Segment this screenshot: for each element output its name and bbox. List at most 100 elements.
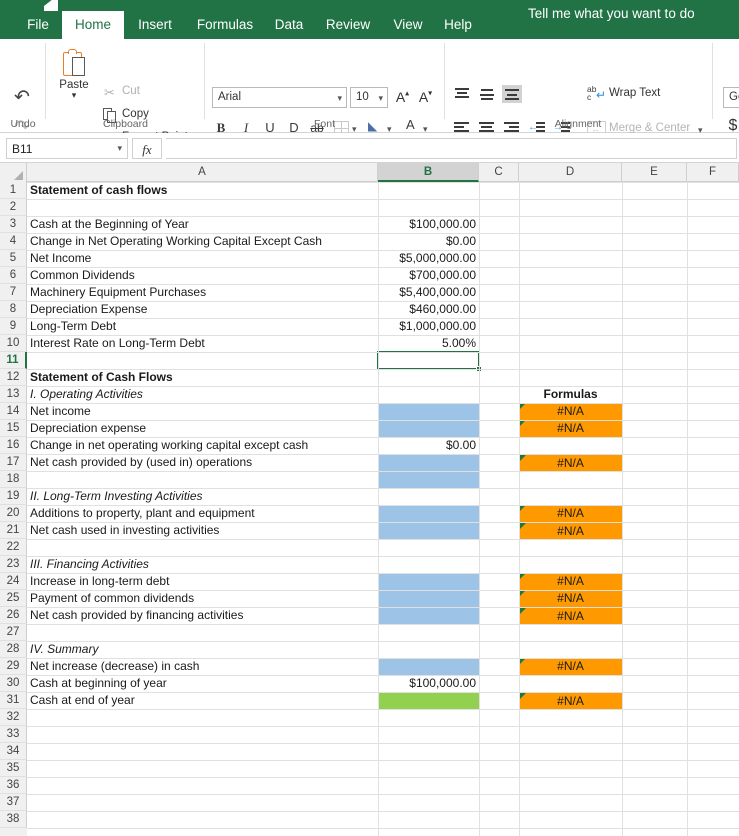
cell-A19[interactable]: II. Long-Term Investing Activities: [27, 488, 378, 505]
row-header-22[interactable]: 22: [0, 539, 27, 556]
row-header-36[interactable]: 36: [0, 777, 27, 794]
row-header-23[interactable]: 23: [0, 556, 27, 573]
align-bottom-button[interactable]: [502, 85, 522, 103]
column-header-B[interactable]: B: [378, 163, 479, 182]
decrease-font-size-button[interactable]: A▾: [415, 87, 436, 108]
column-header-A[interactable]: A: [27, 163, 378, 182]
error-indicator-icon[interactable]: [519, 403, 526, 410]
cell-B31[interactable]: [378, 692, 479, 709]
row-header-6[interactable]: 6: [0, 267, 27, 284]
ribbon-tab-home[interactable]: Home: [62, 11, 124, 39]
row-header-34[interactable]: 34: [0, 743, 27, 760]
wrap-text-button[interactable]: ab c ↵ Wrap Text: [585, 84, 680, 104]
cell-B8[interactable]: $460,000.00: [378, 301, 479, 318]
cell-B18[interactable]: [378, 471, 479, 488]
cell-D21[interactable]: #N/A: [519, 522, 622, 539]
chevron-down-icon[interactable]: ▾: [378, 92, 383, 104]
number-format-combo[interactable]: Ger: [723, 87, 739, 108]
row-header-28[interactable]: 28: [0, 641, 27, 658]
cell-B17[interactable]: [378, 454, 479, 471]
cell-D25[interactable]: #N/A: [519, 590, 622, 607]
cell-A9[interactable]: Long-Term Debt: [27, 318, 378, 335]
cell-B4[interactable]: $0.00: [378, 233, 479, 250]
error-indicator-icon[interactable]: [519, 523, 526, 530]
undo-button[interactable]: ↶: [10, 87, 34, 109]
cell-B26[interactable]: [378, 607, 479, 624]
cell-B14[interactable]: [378, 403, 479, 420]
column-header-D[interactable]: D: [519, 163, 622, 182]
chevron-down-icon[interactable]: ▾: [117, 143, 122, 154]
cell-A1[interactable]: Statement of cash flows: [27, 182, 378, 199]
row-header-18[interactable]: 18: [0, 471, 27, 488]
cell-D31[interactable]: #N/A: [519, 692, 622, 709]
cell-B15[interactable]: [378, 420, 479, 437]
cell-D20[interactable]: #N/A: [519, 505, 622, 522]
cell-B7[interactable]: $5,400,000.00: [378, 284, 479, 301]
name-box[interactable]: B11 ▾: [6, 138, 128, 159]
cell-B10[interactable]: 5.00%: [378, 335, 479, 352]
row-header-7[interactable]: 7: [0, 284, 27, 301]
cell-A26[interactable]: Net cash provided by financing activitie…: [27, 607, 378, 624]
cell-A28[interactable]: IV. Summary: [27, 641, 378, 658]
cell-D13[interactable]: Formulas: [519, 386, 622, 403]
row-header-3[interactable]: 3: [0, 216, 27, 233]
cell-A17[interactable]: Net cash provided by (used in) operation…: [27, 454, 378, 471]
row-header-17[interactable]: 17: [0, 454, 27, 471]
ribbon-tab-insert[interactable]: Insert: [124, 11, 186, 39]
cell-D24[interactable]: #N/A: [519, 573, 622, 590]
ribbon-tab-formulas[interactable]: Formulas: [186, 11, 264, 39]
row-header-27[interactable]: 27: [0, 624, 27, 641]
cell-A3[interactable]: Cash at the Beginning of Year: [27, 216, 378, 233]
cell-D14[interactable]: #N/A: [519, 403, 622, 420]
font-size-combo[interactable]: 10 ▾: [350, 87, 388, 108]
cell-B6[interactable]: $700,000.00: [378, 267, 479, 284]
row-header-25[interactable]: 25: [0, 590, 27, 607]
row-header-10[interactable]: 10: [0, 335, 27, 352]
row-header-11[interactable]: 11: [0, 352, 27, 369]
row-header-14[interactable]: 14: [0, 403, 27, 420]
ribbon-tab-data[interactable]: Data: [264, 11, 314, 39]
cell-B29[interactable]: [378, 658, 479, 675]
formula-input[interactable]: [166, 138, 737, 159]
cell-B30[interactable]: $100,000.00: [378, 675, 479, 692]
cell-B25[interactable]: [378, 590, 479, 607]
cell-D26[interactable]: #N/A: [519, 607, 622, 624]
row-header-9[interactable]: 9: [0, 318, 27, 335]
row-header-32[interactable]: 32: [0, 709, 27, 726]
increase-font-size-button[interactable]: A▴: [392, 87, 413, 108]
ribbon-tab-help[interactable]: Help: [434, 11, 482, 39]
cell-A4[interactable]: Change in Net Operating Working Capital …: [27, 233, 378, 250]
row-header-30[interactable]: 30: [0, 675, 27, 692]
select-all-corner[interactable]: [0, 163, 27, 182]
error-indicator-icon[interactable]: [519, 658, 526, 665]
align-top-button[interactable]: [452, 85, 472, 103]
column-header-F[interactable]: F: [687, 163, 739, 182]
cell-A10[interactable]: Interest Rate on Long-Term Debt: [27, 335, 378, 352]
row-header-29[interactable]: 29: [0, 658, 27, 675]
cell-A30[interactable]: Cash at beginning of year: [27, 675, 378, 692]
insert-function-icon[interactable]: fx: [132, 138, 162, 159]
error-indicator-icon[interactable]: [519, 590, 526, 597]
cell-A12[interactable]: Statement of Cash Flows: [27, 369, 378, 386]
cell-A5[interactable]: Net Income: [27, 250, 378, 267]
cell-A25[interactable]: Payment of common dividends: [27, 590, 378, 607]
row-header-37[interactable]: 37: [0, 794, 27, 811]
row-header-19[interactable]: 19: [0, 488, 27, 505]
cell-A31[interactable]: Cash at end of year: [27, 692, 378, 709]
row-header-24[interactable]: 24: [0, 573, 27, 590]
row-header-8[interactable]: 8: [0, 301, 27, 318]
row-header-15[interactable]: 15: [0, 420, 27, 437]
cell-B16[interactable]: $0.00: [378, 437, 479, 454]
cell-A21[interactable]: Net cash used in investing activities: [27, 522, 378, 539]
column-header-E[interactable]: E: [622, 163, 687, 182]
row-header-2[interactable]: 2: [0, 199, 27, 216]
cell-B24[interactable]: [378, 573, 479, 590]
error-indicator-icon[interactable]: [519, 608, 526, 615]
row-header-21[interactable]: 21: [0, 522, 27, 539]
cell-B5[interactable]: $5,000,000.00: [378, 250, 479, 267]
cell-A13[interactable]: I. Operating Activities: [27, 386, 378, 403]
cell-B3[interactable]: $100,000.00: [378, 216, 479, 233]
cell-A14[interactable]: Net income: [27, 403, 378, 420]
cell-A7[interactable]: Machinery Equipment Purchases: [27, 284, 378, 301]
cell-A6[interactable]: Common Dividends: [27, 267, 378, 284]
